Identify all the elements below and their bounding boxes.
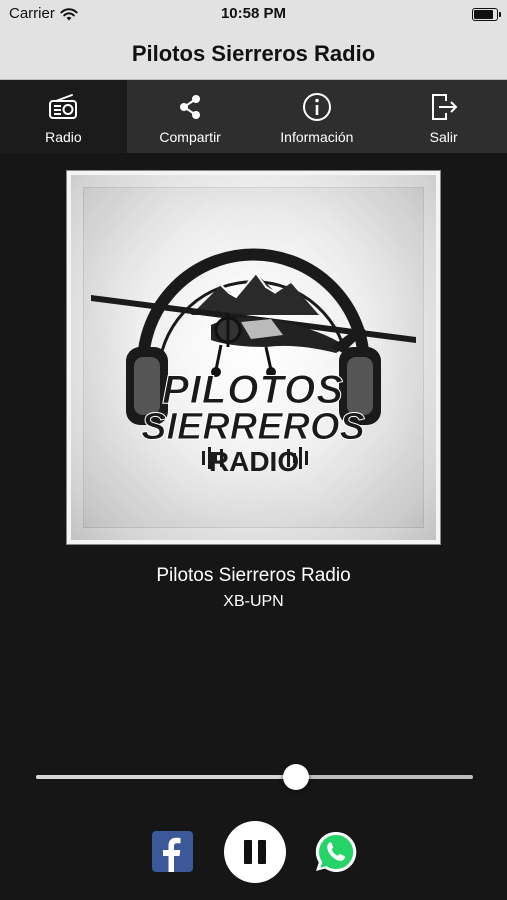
tab-label: Radio xyxy=(45,129,82,145)
navigation-bar: Pilotos Sierreros Radio xyxy=(0,28,507,80)
logo-text-line3: RADIO xyxy=(209,446,299,477)
tab-label: Compartir xyxy=(159,129,221,145)
tab-salir[interactable]: Salir xyxy=(380,80,507,153)
tab-bar: Radio Compartir Información Salir xyxy=(0,80,507,153)
tab-compartir[interactable]: Compartir xyxy=(127,80,254,153)
whatsapp-icon xyxy=(315,831,357,872)
whatsapp-button[interactable] xyxy=(314,830,358,874)
station-cover-art: PILOTOS SIERREROS RADIO xyxy=(66,170,441,545)
facebook-button[interactable] xyxy=(152,831,193,872)
station-name: Pilotos Sierreros Radio xyxy=(156,565,351,586)
facebook-icon xyxy=(163,837,181,872)
status-time: 10:58 PM xyxy=(220,5,287,22)
info-icon xyxy=(302,93,331,121)
volume-slider[interactable] xyxy=(36,764,473,790)
tab-label: Información xyxy=(280,129,354,145)
share-icon xyxy=(180,95,201,119)
station-logo: PILOTOS SIERREROS RADIO xyxy=(91,248,416,477)
tab-informacion[interactable]: Información xyxy=(254,80,381,153)
volume-thumb[interactable] xyxy=(283,764,309,790)
tab-radio[interactable]: Radio xyxy=(0,80,127,153)
battery-icon xyxy=(472,8,501,21)
exit-icon xyxy=(431,94,458,120)
pause-icon xyxy=(241,840,269,864)
status-bar: Carrier 10:58 PM xyxy=(0,0,507,28)
tab-label: Salir xyxy=(429,129,458,145)
pause-button[interactable] xyxy=(224,821,286,883)
page-title: Pilotos Sierreros Radio xyxy=(131,40,376,66)
station-callsign: XB-UPN xyxy=(223,593,284,610)
radio-icon xyxy=(49,94,78,119)
volume-fill xyxy=(36,775,296,779)
logo-text-line2: SIERREROS xyxy=(141,406,365,448)
